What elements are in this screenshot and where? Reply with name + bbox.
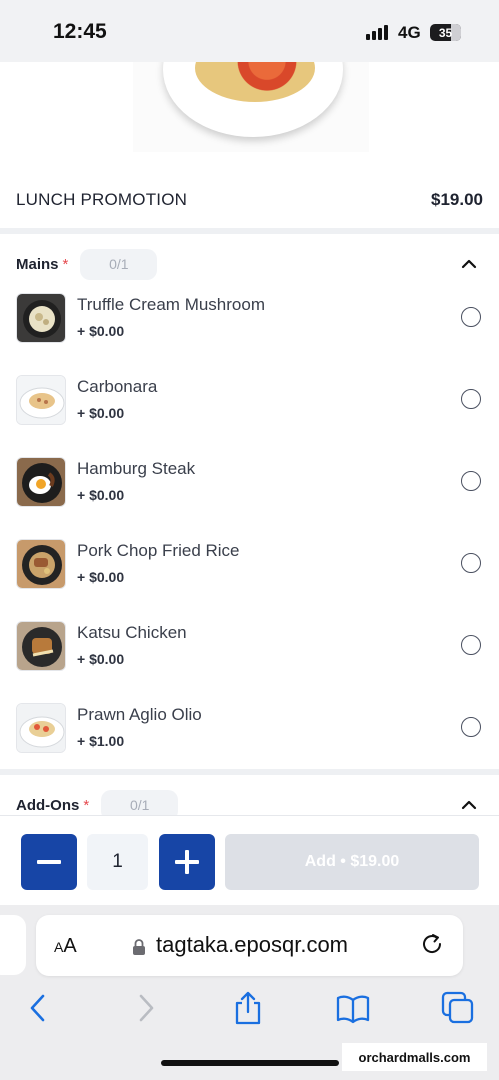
option-price: + $0.00 <box>77 405 125 421</box>
option-row[interactable]: Hamburg Steak + $0.00 <box>0 457 499 539</box>
section-divider <box>0 769 499 775</box>
mains-section-header[interactable]: Mains * 0/1 <box>0 244 499 284</box>
option-price: + $0.00 <box>77 487 125 503</box>
battery-icon: 35 <box>430 24 461 41</box>
product-price: $19.00 <box>431 190 483 209</box>
option-name: Katsu Chicken <box>77 623 187 642</box>
option-radio[interactable] <box>461 471 481 491</box>
minus-icon <box>37 860 61 864</box>
decrease-quantity-button[interactable] <box>21 834 77 890</box>
network-type: 4G <box>398 23 421 42</box>
option-price: + $1.00 <box>77 733 125 749</box>
product-header: LUNCH PROMOTION $19.00 <box>0 172 499 228</box>
chevron-up-icon[interactable] <box>461 797 477 813</box>
product-title: LUNCH PROMOTION <box>16 190 188 209</box>
battery-level: 35 <box>438 25 453 40</box>
quantity-value: 1 <box>87 834 148 890</box>
option-price: + $0.00 <box>77 323 125 339</box>
option-radio[interactable] <box>461 307 481 327</box>
required-marker: * <box>62 255 69 273</box>
option-row[interactable]: Katsu Chicken + $0.00 <box>0 621 499 703</box>
bookmarks-icon[interactable] <box>336 991 370 1025</box>
option-radio[interactable] <box>461 389 481 409</box>
option-radio[interactable] <box>461 635 481 655</box>
option-name: Hamburg Steak <box>77 459 196 478</box>
selection-count: 0/1 <box>80 248 158 280</box>
option-row[interactable]: Carbonara + $0.00 <box>0 375 499 457</box>
section-divider <box>0 228 499 234</box>
dish-thumbnail <box>16 293 66 343</box>
option-price: + $0.00 <box>77 651 125 667</box>
option-radio[interactable] <box>461 553 481 573</box>
cellular-signal-icon <box>366 24 390 40</box>
option-price: + $0.00 <box>77 569 125 585</box>
option-name: Carbonara <box>77 377 158 396</box>
forward-icon[interactable] <box>128 991 162 1025</box>
required-marker: * <box>83 796 90 814</box>
status-time: 12:45 <box>53 20 107 43</box>
add-to-cart-bar: 1 Add • $19.00 <box>0 815 499 905</box>
chevron-up-icon[interactable] <box>461 256 477 272</box>
tabs-icon[interactable] <box>441 991 475 1025</box>
dish-thumbnail <box>16 457 66 507</box>
lock-icon <box>133 939 145 955</box>
dish-thumbnail <box>16 375 66 425</box>
home-indicator <box>161 1060 339 1066</box>
text-size-button[interactable]: AA <box>54 935 77 958</box>
option-row[interactable]: Truffle Cream Mushroom + $0.00 <box>0 293 499 375</box>
watermark: orchardmalls.com <box>342 1043 487 1071</box>
back-icon[interactable] <box>22 991 56 1025</box>
option-name: Prawn Aglio Olio <box>77 705 202 724</box>
dish-thumbnail <box>16 539 66 589</box>
address-bar[interactable]: AA tagtaka.eposqr.com <box>36 915 463 976</box>
product-image <box>0 62 499 172</box>
previous-tab-preview[interactable] <box>0 915 26 975</box>
option-row[interactable]: Pork Chop Fried Rice + $0.00 <box>0 539 499 621</box>
increase-quantity-button[interactable] <box>159 834 215 890</box>
option-name: Pork Chop Fried Rice <box>77 541 240 560</box>
option-name: Truffle Cream Mushroom <box>77 295 265 314</box>
add-to-cart-button[interactable]: Add • $19.00 <box>225 834 479 890</box>
status-bar: 12:45 4G 35 <box>0 0 499 62</box>
section-title: Add-Ons <box>16 796 80 814</box>
option-radio[interactable] <box>461 717 481 737</box>
dish-thumbnail <box>16 703 66 753</box>
dish-thumbnail <box>16 621 66 671</box>
reload-icon[interactable] <box>420 932 446 958</box>
section-title: Mains <box>16 255 59 273</box>
url-text: tagtaka.eposqr.com <box>156 932 349 957</box>
share-icon[interactable] <box>231 991 265 1025</box>
